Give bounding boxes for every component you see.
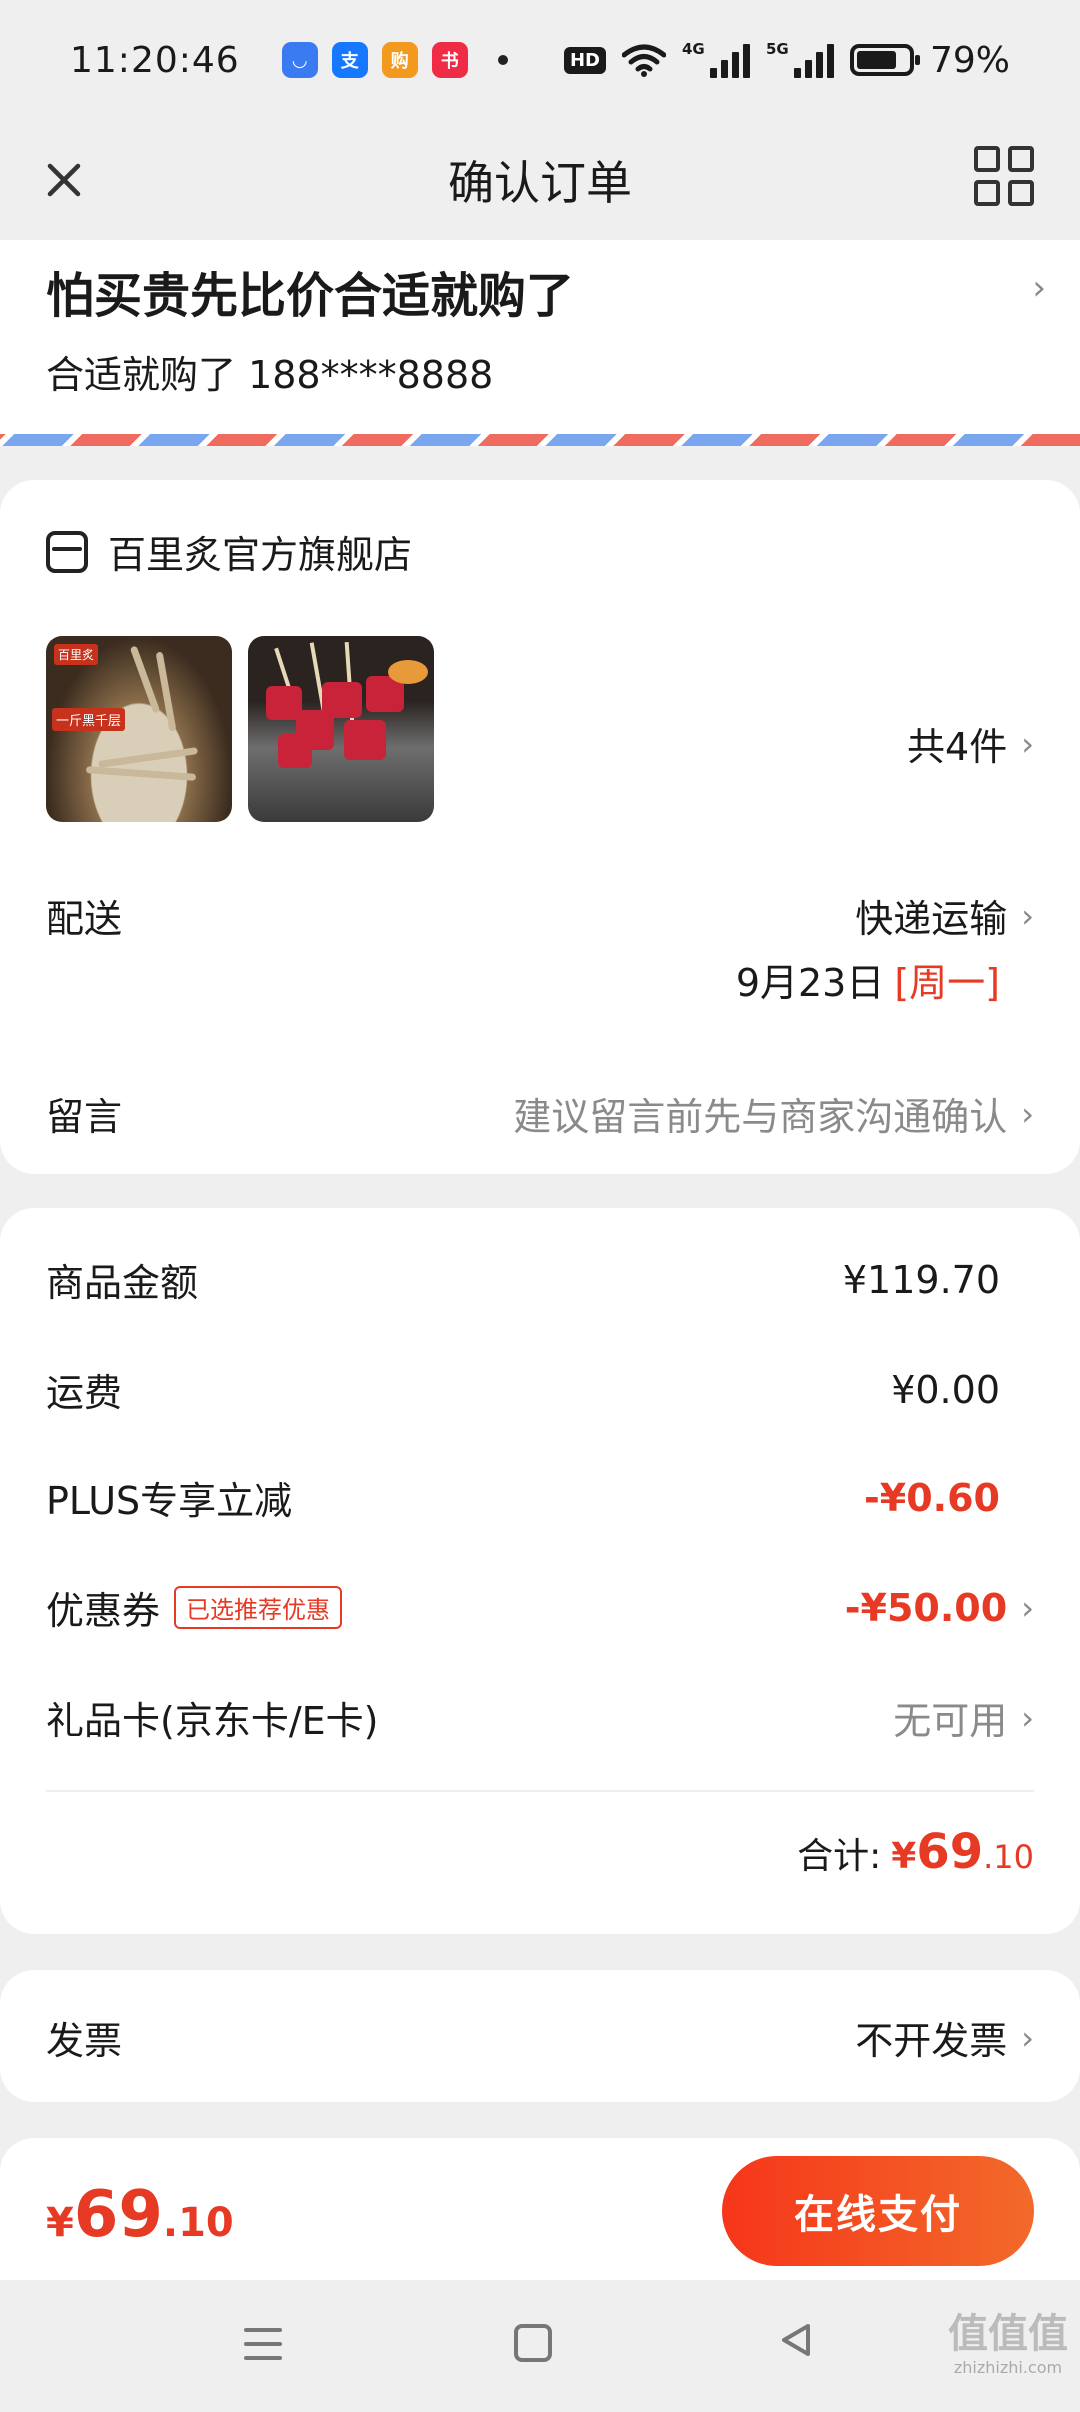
pay-integer: 69: [73, 2178, 163, 2252]
system-nav-bar: 值值值 zhizhizhi.com: [0, 2280, 1080, 2412]
note-label: 留言: [46, 1095, 123, 1139]
shipping-label: 运费: [46, 1371, 123, 1415]
store-header[interactable]: 百里炙官方旗舰店: [46, 524, 412, 579]
chevron-right-icon: ›: [1021, 896, 1034, 935]
delivery-date: 9月23日 [周一]: [736, 952, 1000, 1007]
home-icon[interactable]: [514, 2324, 552, 2362]
nav-bar: 确认订单: [0, 120, 1080, 240]
page: 11:20:46 ◡ 支 购 书 HD 4G 5G 79% 确认订单 怕买贵先比…: [0, 0, 1080, 2412]
coupon-row[interactable]: 优惠券 已选推荐优惠 -¥50.00 ›: [46, 1580, 1034, 1635]
note-placeholder: 建议留言前先与商家沟通确认: [513, 1095, 1008, 1139]
price-card: 商品金额 ¥119.70 运费 ¥0.00 PLUS专享立减 -¥0.60 优惠…: [0, 1208, 1080, 1934]
pay-bar: ¥ 69 .10 在线支付: [0, 2138, 1080, 2280]
divider: [46, 1790, 1034, 1792]
watermark-logo: 值值值 zhizhizhi.com: [948, 2314, 1068, 2376]
coupon-tag: 已选推荐优惠: [174, 1586, 343, 1629]
hd-icon: HD: [563, 46, 606, 74]
grid-menu-icon[interactable]: [974, 146, 1034, 206]
total-label: 合计:: [797, 1836, 882, 1877]
plus-discount-label: PLUS专享立减: [46, 1479, 293, 1523]
signal-4g-label: 4G: [681, 40, 705, 58]
status-time: 11:20:46: [70, 39, 240, 81]
delivery-method-label: 快递运输: [855, 897, 1008, 941]
delivery-method: 快递运输 ›: [855, 888, 1034, 943]
invoice-value-wrap: 不开发票 ›: [855, 2010, 1034, 2065]
battery-icon: [849, 44, 920, 76]
goods-amount-row: 商品金额 ¥119.70: [46, 1252, 1034, 1307]
address-stripe: [0, 434, 1080, 446]
signal-4g-icon: 4G: [681, 40, 750, 78]
note-row[interactable]: 留言 建议留言前先与商家沟通确认 ›: [46, 1086, 1034, 1141]
product-brand-tag: 百里炙: [54, 644, 99, 665]
goods-amount-value: ¥119.70: [842, 1257, 1000, 1302]
pay-symbol: ¥: [46, 2200, 74, 2246]
address-title: 怕买贵先比价合适就购了: [46, 268, 575, 324]
watermark-text: 值值值: [948, 2311, 1068, 2357]
order-card: 百里炙官方旗舰店 百里炙 一斤黑千层 共4件 › 配送 快递运输 › 9月23日…: [0, 480, 1080, 1174]
watermark-sub: zhizhizhi.com: [953, 2358, 1063, 2377]
status-right: HD 4G 5G 79%: [563, 39, 1010, 81]
total-row: 合计: ¥ 69 .10: [797, 1824, 1034, 1880]
shipping-row: 运费 ¥0.00: [46, 1362, 1034, 1417]
plus-discount-value: -¥0.60: [864, 1475, 1000, 1520]
note-field[interactable]: 建议留言前先与商家沟通确认 ›: [513, 1086, 1034, 1141]
invoice-card[interactable]: 发票 不开发票 ›: [0, 1970, 1080, 2102]
shopping-app-icon: 购: [381, 42, 418, 78]
delivery-date-row: 9月23日 [周一]: [46, 952, 1000, 1007]
close-icon[interactable]: [34, 150, 94, 210]
invoice-row[interactable]: 发票 不开发票 ›: [46, 2010, 1034, 2065]
store-name: 百里炙官方旗舰店: [108, 533, 413, 577]
xiaohongshu-icon: 书: [431, 42, 468, 78]
coupon-value-wrap: -¥50.00 ›: [845, 1586, 1034, 1630]
pay-total: ¥ 69 .10: [46, 2178, 234, 2252]
signal-5g-label: 5G: [765, 40, 789, 58]
battery-percent: 79%: [929, 39, 1010, 81]
menu-icon[interactable]: [244, 2328, 282, 2370]
back-icon[interactable]: [776, 2320, 816, 2360]
alipay-icon: 支: [331, 42, 368, 78]
invoice-value: 不开发票: [855, 2019, 1008, 2063]
goods-amount-label: 商品金额: [46, 1261, 199, 1305]
more-notifications-icon: [497, 55, 508, 65]
chevron-right-icon: ›: [1021, 1698, 1034, 1737]
invoice-label: 发票: [46, 2019, 123, 2063]
giftcard-value-wrap: 无可用 ›: [893, 1690, 1034, 1745]
giftcard-label: 礼品卡(京东卡/E卡): [46, 1699, 379, 1743]
delivery-row[interactable]: 配送 快递运输 ›: [46, 888, 1034, 943]
status-bar: 11:20:46 ◡ 支 购 书 HD 4G 5G 79%: [0, 0, 1080, 120]
chevron-right-icon: ›: [1021, 2018, 1034, 2057]
notification-icons: ◡ 支 购 书: [281, 42, 508, 78]
pay-online-button[interactable]: 在线支付: [722, 2156, 1034, 2266]
chevron-right-icon: ›: [1021, 724, 1034, 763]
item-count-row[interactable]: 共4件 ›: [46, 716, 1034, 771]
chevron-right-icon: ›: [1021, 1094, 1034, 1133]
chevron-right-icon: ›: [1021, 1588, 1034, 1627]
plus-discount-row: PLUS专享立减 -¥0.60: [46, 1470, 1034, 1525]
total-decimal: .10: [983, 1838, 1034, 1876]
item-count-label: 共4件: [907, 725, 1008, 769]
shipping-value: ¥0.00: [891, 1367, 1000, 1412]
pay-decimal: .10: [162, 2200, 234, 2246]
delivery-date-label: 9月23日: [735, 961, 885, 1005]
delivery-weekday: [周一]: [894, 961, 1000, 1005]
address-card[interactable]: 怕买贵先比价合适就购了 合适就购了 188****8888 ›: [0, 240, 1080, 446]
giftcard-value: 无可用: [893, 1699, 1008, 1743]
coupon-label: 优惠券: [46, 1589, 161, 1633]
store-icon: [46, 530, 88, 573]
total-integer: 69: [916, 1824, 984, 1880]
wifi-icon: [621, 44, 666, 77]
page-title: 确认订单: [448, 156, 632, 210]
app-notification-icon: ◡: [281, 42, 318, 78]
item-count: 共4件 ›: [907, 716, 1034, 771]
giftcard-row[interactable]: 礼品卡(京东卡/E卡) 无可用 ›: [46, 1690, 1034, 1745]
address-contact: 合适就购了 188****8888: [46, 353, 494, 397]
chevron-right-icon: ›: [1032, 268, 1046, 308]
signal-5g-icon: 5G: [765, 40, 834, 78]
total-symbol: ¥: [891, 1836, 917, 1877]
delivery-label: 配送: [46, 897, 123, 941]
coupon-value: -¥50.00: [844, 1585, 1008, 1630]
